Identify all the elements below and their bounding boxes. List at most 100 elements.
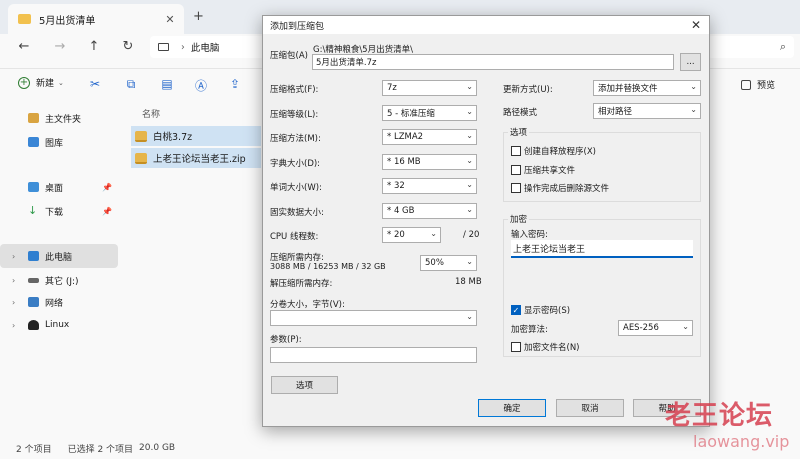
copy-icon[interactable]: ⧉ [124, 77, 138, 92]
forward-icon[interactable]: → [52, 39, 68, 54]
archive-label: 压缩包(A) [270, 51, 308, 61]
delete-checkbox[interactable]: 操作完成后删除源文件 [511, 182, 609, 194]
pin-icon[interactable]: 📌 [102, 207, 112, 216]
decomp-value: 18 MB [455, 277, 482, 287]
sidebar-item-drive-j[interactable]: › 其它 (J:) [0, 268, 118, 292]
dict-value: * 16 MB [387, 157, 421, 167]
chevron-down-icon: ⌄ [466, 107, 473, 116]
solid-select[interactable]: * 4 GB ⌄ [382, 203, 477, 219]
chevron-right-icon[interactable]: › [12, 252, 24, 261]
level-select[interactable]: 5 - 标准压缩 ⌄ [382, 105, 477, 121]
chevron-down-icon: ⌄ [690, 82, 697, 91]
column-header-name[interactable]: 名称 [142, 107, 160, 120]
shared-checkbox[interactable]: 压缩共享文件 [511, 164, 575, 176]
selected-size: 20.0 GB [139, 443, 176, 453]
chevron-down-icon: ⌄ [690, 105, 697, 114]
update-select[interactable]: 添加并替换文件 ⌄ [593, 80, 701, 96]
options-button[interactable]: 选项 [271, 376, 338, 394]
sidebar-item-linux[interactable]: › Linux [0, 313, 118, 337]
pc-icon [158, 43, 169, 51]
method-value: * LZMA2 [387, 132, 424, 142]
close-icon[interactable]: ✕ [162, 13, 178, 26]
file-row[interactable]: 白桃3.7z [131, 126, 261, 146]
chevron-down-icon: ⌄ [466, 156, 473, 165]
params-input[interactable] [270, 347, 477, 363]
address-bar[interactable]: › 此电脑 [150, 36, 265, 58]
sidebar-item-network[interactable]: › 网络 [0, 290, 118, 314]
show-password-checkbox[interactable]: ✓ 显示密码(S) [511, 304, 570, 316]
sfx-label: 创建自释放程序(X) [524, 147, 596, 157]
browse-button[interactable]: ... [680, 53, 701, 71]
threads-select[interactable]: * 20 ⌄ [382, 227, 441, 243]
drive-icon [28, 277, 39, 283]
cut-icon[interactable]: ✂ [88, 77, 102, 91]
sidebar-item-desktop[interactable]: 桌面 📌 [0, 175, 118, 199]
sidebar-item-label: 此电脑 [45, 252, 73, 263]
tab-title: 5月出货清单 [39, 15, 96, 27]
split-select[interactable]: ⌄ [270, 310, 477, 326]
decomp-label: 解压缩所需内存: [270, 279, 333, 289]
format-select[interactable]: 7z ⌄ [382, 80, 477, 96]
network-icon [28, 297, 39, 307]
check-icon: ✓ [511, 305, 521, 315]
checkbox-box [511, 183, 521, 193]
encryption-group-label: 加密 [508, 213, 530, 225]
mem-select[interactable]: 50% ⌄ [420, 255, 477, 271]
back-icon[interactable]: ← [16, 39, 32, 54]
new-tab-icon[interactable]: + [193, 9, 204, 24]
chevron-down-icon: ⌄ [466, 180, 473, 189]
chevron-down-icon: ⌄ [430, 229, 437, 238]
share-icon[interactable]: ⇪ [228, 77, 242, 91]
paste-icon[interactable]: ▤ [160, 77, 174, 91]
sidebar-item-downloads[interactable]: ↓ 下载 📌 [0, 199, 118, 223]
word-value: * 32 [387, 181, 405, 191]
chevron-right-icon[interactable]: › [12, 298, 24, 307]
rename-icon[interactable]: Ⓐ [194, 77, 208, 94]
sidebar-item-label: Linux [45, 320, 70, 330]
sidebar-item-home[interactable]: 主文件夹 [0, 106, 118, 130]
enc-method-select[interactable]: AES-256 ⌄ [618, 320, 693, 336]
chevron-right-icon[interactable]: › [12, 321, 24, 330]
sidebar-item-this-pc[interactable]: › 此电脑 [0, 244, 118, 268]
show-password-label: 显示密码(S) [524, 306, 571, 316]
sfx-checkbox[interactable]: 创建自释放程序(X) [511, 145, 596, 157]
level-label: 压缩等级(L): [270, 110, 319, 120]
encrypt-names-checkbox[interactable]: 加密文件名(N) [511, 341, 580, 353]
word-select[interactable]: * 32 ⌄ [382, 178, 477, 194]
close-icon[interactable]: ✕ [691, 18, 701, 32]
checkbox-box [511, 146, 521, 156]
method-select[interactable]: * LZMA2 ⌄ [382, 129, 477, 145]
search-input[interactable]: ⌕ [708, 36, 794, 58]
preview-button[interactable]: 预览 [741, 78, 775, 91]
tab-current[interactable]: 5月出货清单 ✕ [8, 4, 184, 34]
file-row[interactable]: 上老王论坛当老王.zip [131, 148, 261, 168]
selected-count: 已选择 2 个项目 [67, 444, 134, 455]
password-value: 上老王论坛当老王 [513, 244, 586, 255]
path-select[interactable]: 相对路径 ⌄ [593, 103, 701, 119]
sidebar-item-gallery[interactable]: 图库 [0, 130, 118, 154]
pc-icon [28, 251, 39, 261]
sidebar-item-label: 其它 (J:) [45, 276, 79, 287]
sidebar-item-label: 下载 [45, 207, 64, 218]
password-input[interactable]: 上老王论坛当老王 [511, 240, 693, 258]
enc-method-value: AES-256 [623, 323, 659, 333]
update-value: 添加并替换文件 [598, 84, 658, 94]
cancel-button[interactable]: 取消 [556, 399, 624, 417]
sidebar-item-label: 主文件夹 [45, 114, 82, 125]
chevron-right-icon[interactable]: › [12, 276, 24, 285]
breadcrumb[interactable]: 此电脑 [191, 40, 220, 54]
password-label: 输入密码: [511, 230, 548, 240]
mem-detail: 3088 MB / 16253 MB / 32 GB [270, 262, 386, 271]
dict-select[interactable]: * 16 MB ⌄ [382, 154, 477, 170]
up-icon[interactable]: ↑ [86, 39, 102, 54]
pin-icon[interactable]: 📌 [102, 183, 112, 192]
solid-label: 固实数据大小: [270, 208, 324, 218]
ok-button[interactable]: 确定 [478, 399, 546, 417]
new-button[interactable]: + 新建 ⌄ [18, 76, 64, 89]
threads-value: * 20 [387, 230, 405, 240]
mem-value: 50% [425, 258, 444, 268]
archive-icon [135, 152, 147, 164]
archive-name-input[interactable]: 5月出货清单.7z [312, 54, 674, 70]
refresh-icon[interactable]: ↻ [120, 39, 136, 54]
preview-label: 预览 [757, 81, 776, 91]
